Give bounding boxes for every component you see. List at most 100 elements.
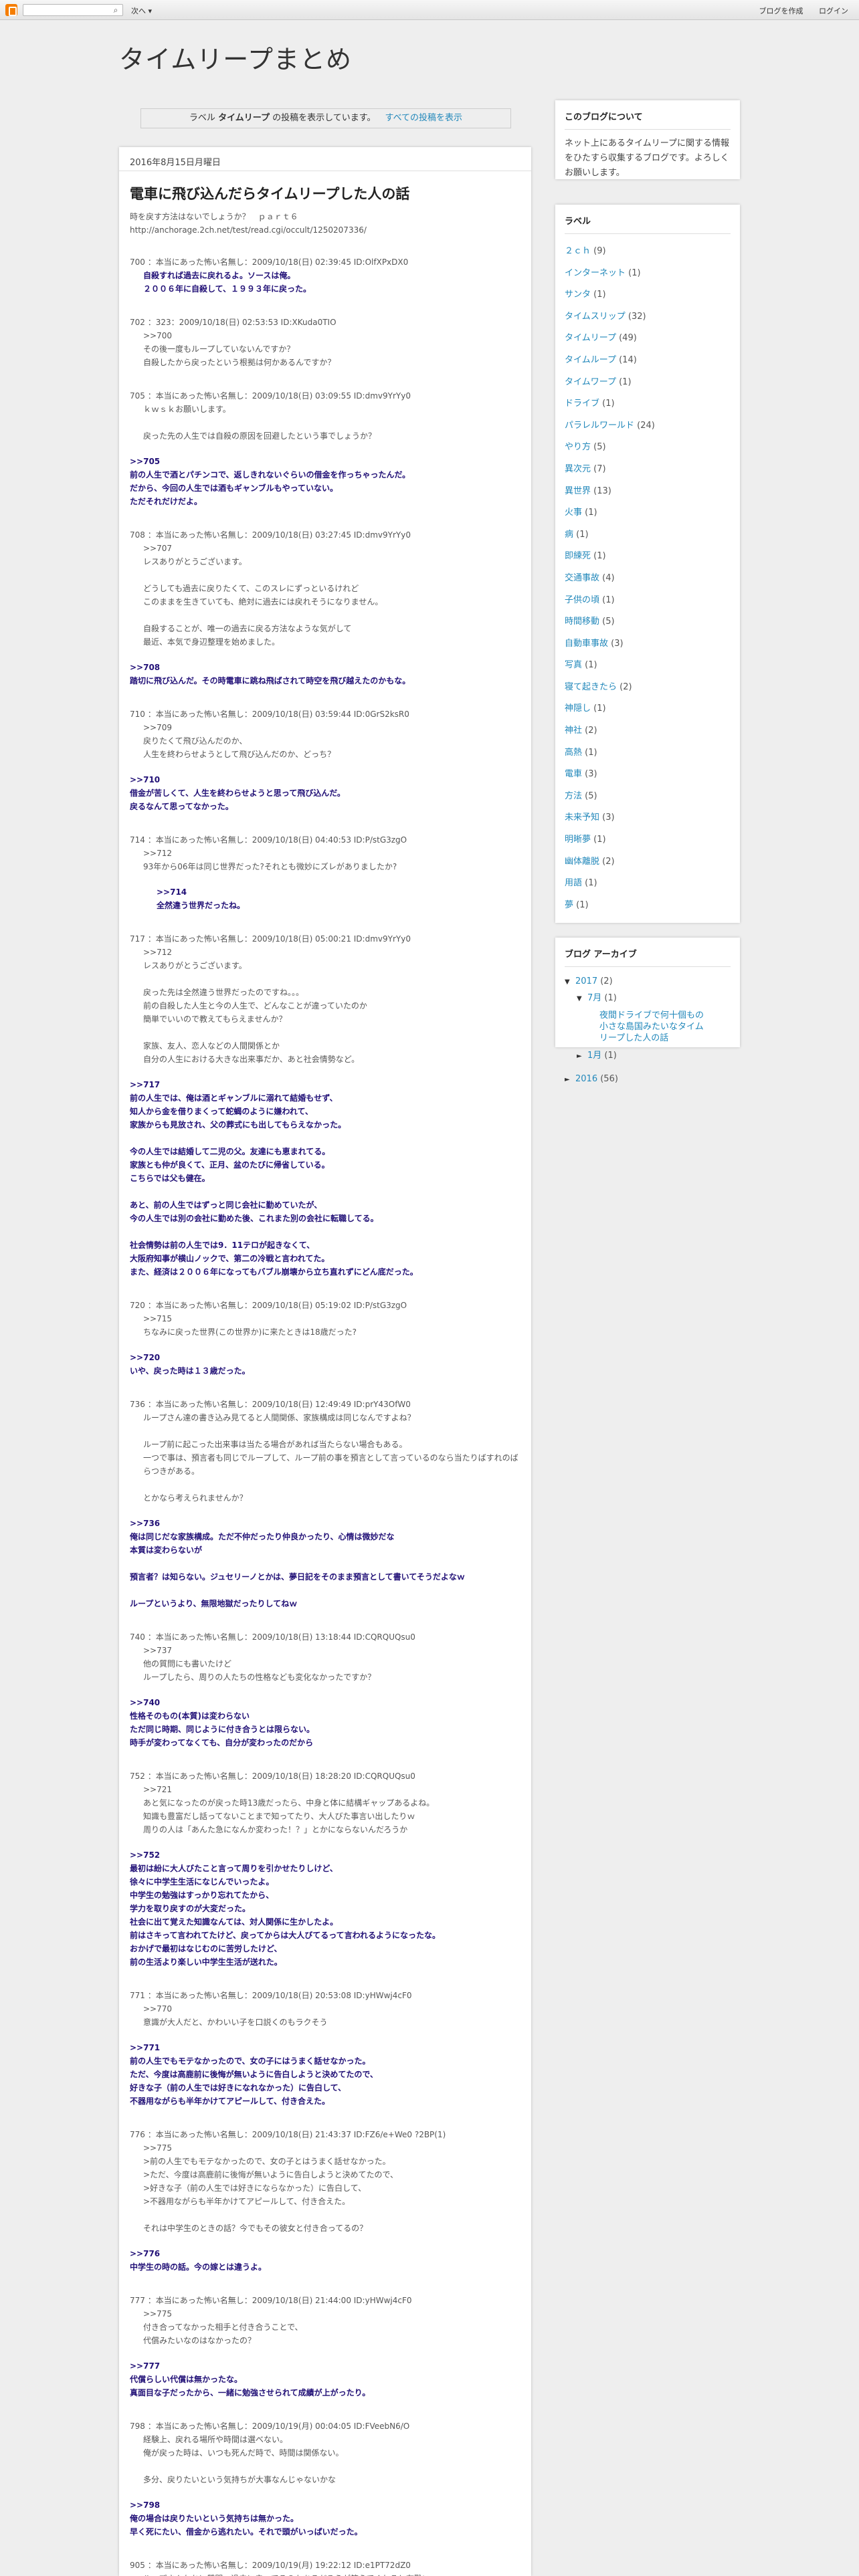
response-header: 705 ：本当にあった怖い名無し：2009/10/18(日) 03:09:55 …: [130, 391, 411, 401]
status-suffix: の投稿を表示しています。: [270, 113, 376, 123]
archive-year-link[interactable]: 2016: [575, 1074, 597, 1084]
label-item: タイムスリップ (32): [565, 306, 731, 328]
label-link[interactable]: 明晰夢: [565, 835, 591, 845]
response-answer: >>705 前の人生で酒とパチンコで、返しきれないぐらいの借金を作っちゃったんだ…: [130, 457, 411, 506]
label-link[interactable]: タイムスリップ: [565, 312, 626, 322]
label-link[interactable]: 交通事故: [565, 573, 599, 583]
login-link[interactable]: ログイン: [819, 7, 848, 15]
labels-widget: ラベル ２ｃｈ (9) インターネット (1) サンタ (1) タイムスリップ (32…: [555, 205, 740, 923]
archive-month-7[interactable]: ▼ 7月 (1): [565, 990, 731, 1007]
archive-month-1[interactable]: ► 1月 (1): [565, 1048, 731, 1065]
archive-month-link[interactable]: 7月: [587, 993, 601, 1003]
response-answer: >>720 いや、戻った時は１３歳だった。: [130, 1353, 250, 1376]
label-item: 子供の頃 (1): [565, 590, 731, 612]
label-link[interactable]: 用語: [565, 878, 582, 888]
label-item: 神隠し (1): [565, 698, 731, 720]
response-body: >>775 付き合ってなかった相手と付き合うことで、 代償みたいなのはなかったの…: [143, 2309, 303, 2345]
label-link[interactable]: 夢: [565, 900, 573, 910]
label-count: (1): [602, 399, 615, 409]
label-link[interactable]: インターネット: [565, 268, 626, 278]
label-link[interactable]: 異次元: [565, 464, 591, 474]
label-count: (9): [593, 246, 606, 256]
label-count: (32): [628, 311, 646, 322]
archive-post-item: 夜間ドライブで何十個もの小さな島国みたいなタイムリープした人の話: [565, 1010, 705, 1044]
label-link[interactable]: 寝て起きたら: [565, 682, 617, 692]
label-link[interactable]: 自動車事故: [565, 639, 608, 649]
label-item: 異世界 (13): [565, 481, 731, 503]
label-link[interactable]: タイムループ: [565, 355, 616, 365]
response-body: >>712 レスありがとうございます。 戻った先は全然違う世界だったのですね。。…: [143, 948, 367, 1064]
navbar-search-input[interactable]: [23, 4, 123, 16]
collapsed-triangle-icon[interactable]: ►: [577, 1049, 587, 1065]
label-link[interactable]: 火事: [565, 508, 582, 518]
archive-post-link[interactable]: 夜間ドライブで何十個もの小さな島国みたいなタイムリープした人の話: [599, 1010, 704, 1043]
label-link[interactable]: 時間移動: [565, 617, 599, 627]
response-item: 700 ：本当にあった怖い名無し：2009/10/18(日) 02:39:45 …: [130, 255, 520, 296]
response-answer: >>717 前の人生では、俺は酒とギャンブルに溺れて結婚もせず、 知人から金を借…: [130, 1080, 418, 1277]
label-link[interactable]: 子供の頃: [565, 595, 599, 605]
label-count: (5): [602, 617, 615, 627]
response-item: 714 ：本当にあった怖い名無し：2009/10/18(日) 04:40:53 …: [130, 833, 520, 912]
label-link[interactable]: 神隠し: [565, 704, 591, 714]
show-all-posts-link[interactable]: すべての投稿を表示: [385, 113, 462, 123]
archive-year-2016[interactable]: ► 2016 (56): [565, 1071, 731, 1088]
response-item: 717 ：本当にあった怖い名無し：2009/10/18(日) 05:00:21 …: [130, 932, 520, 1279]
navbar-right: ブログを作成 ログイン: [746, 5, 849, 16]
label-count: (13): [593, 486, 611, 496]
response-answer: >>771 前の人生でもモテなかったので、女の子にはうまく話せなかった。 ただ、…: [130, 2043, 378, 2106]
response-item: 710 ：本当にあった怖い名無し：2009/10/18(日) 03:59:44 …: [130, 708, 520, 813]
blogger-logo-icon[interactable]: [5, 4, 17, 16]
post-title[interactable]: 電車に飛び込んだらタイムリープした人の話: [130, 183, 520, 203]
response-body: >>715 ちなみに戻った世界(この世界か)に来たときは18歳だった?: [143, 1314, 357, 1337]
collapsed-triangle-icon[interactable]: ►: [565, 1072, 575, 1088]
label-item: 神社 (2): [565, 720, 731, 742]
labels-title: ラベル: [565, 214, 731, 234]
response-item: 740 ：本当にあった怖い名無し：2009/10/18(日) 13:18:44 …: [130, 1630, 520, 1749]
create-blog-link[interactable]: ブログを作成: [759, 7, 803, 15]
archive-month-link[interactable]: 1月: [587, 1051, 601, 1061]
label-link[interactable]: 神社: [565, 726, 582, 736]
label-link[interactable]: 方法: [565, 791, 582, 801]
response-header: 736 ：本当にあった怖い名無し：2009/10/18(日) 12:49:49 …: [130, 1400, 411, 1409]
label-link[interactable]: タイムリープ: [565, 333, 616, 343]
label-count: (49): [619, 333, 637, 344]
blog-title[interactable]: タイムリープまとめ: [119, 39, 352, 76]
label-link[interactable]: 即練死: [565, 551, 591, 561]
archive-year-link[interactable]: 2017: [575, 976, 597, 986]
label-item: パラレルワールド (24): [565, 415, 731, 437]
archive-count: (2): [600, 976, 613, 986]
label-link[interactable]: 異世界: [565, 486, 591, 496]
response-body: ループさん達の書き込み見てると人間関係、家族構成は同じなんですよね？ ループ前に…: [143, 1413, 518, 1503]
expanded-triangle-icon[interactable]: ▼: [577, 991, 587, 1007]
expanded-triangle-icon[interactable]: ▼: [565, 974, 575, 990]
label-link[interactable]: 幽体離脱: [565, 857, 599, 867]
label-link[interactable]: ２ｃｈ: [565, 246, 591, 256]
label-item: 電車 (3): [565, 764, 731, 786]
label-link[interactable]: 写真: [565, 660, 582, 670]
search-icon[interactable]: ⌕: [110, 5, 122, 15]
label-item: 写真 (1): [565, 655, 731, 677]
label-item: 未来予知 (3): [565, 807, 731, 829]
label-link[interactable]: 高熱: [565, 748, 582, 758]
label-link[interactable]: サンタ: [565, 290, 591, 300]
response-header: 740 ：本当にあった怖い名無し：2009/10/18(日) 13:18:44 …: [130, 1632, 415, 1642]
source-thread-url[interactable]: http://anchorage.2ch.net/test/read.cgi/o…: [130, 223, 520, 237]
label-link[interactable]: やり方: [565, 442, 591, 452]
label-link[interactable]: 病: [565, 530, 573, 540]
label-link[interactable]: パラレルワールド: [565, 421, 634, 431]
response-header: 771 ：本当にあった怖い名無し：2009/10/18(日) 20:53:08 …: [130, 1991, 412, 2000]
navbar-more-button[interactable]: 次へ ▾: [131, 5, 152, 16]
archive-year-2017[interactable]: ▼ 2017 (2): [565, 974, 731, 990]
about-widget: このブログについて ネット上にあるタイムリープに関する情報をひたすら収集するブロ…: [555, 100, 740, 179]
label-link[interactable]: タイムワープ: [565, 377, 616, 387]
response-header: 702 ：323：2009/10/18(日) 02:53:53 ID:XKuda…: [130, 318, 337, 327]
response-answer: 自殺すれば過去に戻れるよ。ソースは俺。 ２００６年に自殺して、１９９３年に戻った…: [143, 271, 312, 294]
response-body: ループさんたちに質問。過去に戻ってるのもあるだろうが答えてくれると有難い (1)…: [130, 2572, 520, 2576]
label-count: (1): [585, 508, 597, 518]
label-item: 夢 (1): [565, 895, 731, 917]
label-item: 火事 (1): [565, 502, 731, 524]
label-link[interactable]: ドライブ: [565, 399, 599, 409]
label-link[interactable]: 未来予知: [565, 813, 599, 823]
label-link[interactable]: 電車: [565, 769, 582, 779]
label-item: タイムループ (14): [565, 350, 731, 372]
